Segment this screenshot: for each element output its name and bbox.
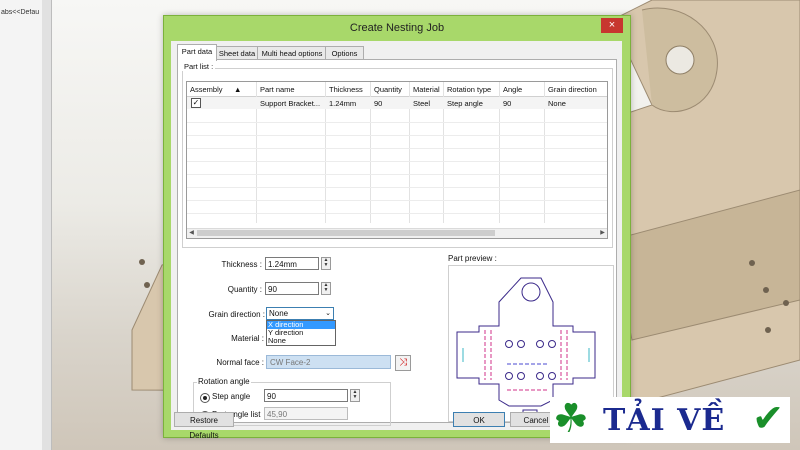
dialog-client-area: Part data Sheet data Multi head options … (171, 41, 622, 440)
col-grain-direction[interactable]: Grain direction (548, 85, 597, 94)
rotation-angle-legend: Rotation angle (197, 377, 251, 386)
select-face-icon[interactable]: ⤨ (395, 355, 411, 371)
download-watermark: ☘ TẢI VỀ ✔ (550, 397, 790, 443)
normal-face-label: Normal face : (216, 358, 264, 367)
col-rotation-type[interactable]: Rotation type (447, 85, 491, 94)
feature-tree-scrollbar[interactable] (42, 0, 52, 450)
watermark-text: TẢI VỀ (603, 403, 726, 438)
step-angle-label: Step angle (212, 392, 251, 401)
step-angle-field[interactable]: 90 (264, 389, 348, 402)
grain-direction-select[interactable]: None ⌄ (266, 307, 334, 320)
chevron-down-icon: ▼ (323, 287, 329, 293)
col-quantity[interactable]: Quantity (374, 85, 402, 94)
create-nesting-job-dialog: Create Nesting Job × Part data Sheet dat… (163, 15, 631, 440)
ok-button[interactable]: OK (453, 412, 505, 427)
feature-tree-panel: abs<<Defau (0, 0, 43, 450)
dialog-titlebar[interactable]: Create Nesting Job × (164, 16, 630, 41)
restore-defaults-button[interactable]: Restore Defaults (174, 412, 234, 440)
col-angle[interactable]: Angle (503, 85, 522, 94)
grain-direction-dropdown[interactable]: X direction Y direction None (266, 320, 336, 346)
tab-multi-head-options[interactable]: Multi head options (257, 46, 327, 60)
dialog-title: Create Nesting Job (349, 22, 445, 34)
col-part-name[interactable]: Part name (260, 85, 295, 94)
scroll-thumb[interactable] (197, 230, 495, 236)
grain-direction-value: None (269, 309, 289, 318)
quantity-label: Quantity : (227, 285, 262, 294)
cell-rotation-type: Step angle (447, 99, 483, 108)
cell-angle: 90 (503, 99, 512, 108)
tab-options[interactable]: Options (325, 46, 364, 60)
grain-direction-label: Grain direction : (208, 310, 265, 319)
close-button[interactable]: × (601, 18, 623, 33)
part-list-grid[interactable]: Assembly ▲ Part name Thickness Quantity … (186, 81, 608, 239)
option-none[interactable]: None (267, 337, 335, 345)
step-angle-stepper[interactable]: ▲ ▼ (350, 389, 360, 402)
horizontal-scrollbar[interactable]: ◀ ▶ (187, 228, 607, 238)
col-thickness[interactable]: Thickness (329, 85, 363, 94)
table-row[interactable]: ✓ Support Bracket... 1.24mm 90 Steel Ste… (187, 97, 607, 109)
cell-material: Steel (413, 99, 431, 108)
cell-grain-direction: None (548, 99, 566, 108)
tab-part-data[interactable]: Part data (177, 44, 217, 61)
part-data-panel: Part list : Assembly ▲ Part name Thickne… (177, 59, 617, 426)
quantity-field[interactable]: 90 (265, 282, 319, 295)
tab-sheet-data[interactable]: Sheet data (215, 46, 259, 60)
thickness-stepper[interactable]: ▲ ▼ (321, 257, 331, 270)
chevron-down-icon[interactable]: ⌄ (325, 308, 331, 320)
cell-thickness: 1.24mm (329, 99, 357, 108)
checkmark-icon: ✔ (752, 398, 784, 440)
chevron-down-icon: ▼ (352, 394, 358, 400)
quantity-stepper[interactable]: ▲ ▼ (321, 282, 331, 295)
feature-tree-text: abs<<Defau (1, 9, 40, 16)
material-label: Material : (231, 334, 264, 343)
step-angle-radio[interactable] (200, 393, 210, 403)
thickness-label: Thickness : (221, 260, 262, 269)
sort-ascending-icon[interactable]: ▲ (234, 85, 241, 94)
scroll-left-icon[interactable]: ◀ (187, 229, 196, 238)
scroll-right-icon[interactable]: ▶ (598, 229, 607, 238)
chevron-down-icon: ▼ (323, 262, 329, 268)
thickness-field[interactable]: 1.24mm (265, 257, 319, 270)
clover-icon: ☘ (553, 397, 589, 441)
normal-face-field[interactable]: CW Face-2 (266, 355, 391, 369)
col-material[interactable]: Material (413, 85, 440, 94)
cell-quantity: 90 (374, 99, 383, 108)
part-angle-list-field[interactable]: 45,90 (264, 407, 348, 420)
part-preview-label: Part preview : (448, 254, 497, 263)
col-assembly[interactable]: Assembly (190, 85, 223, 94)
part-list-label: Part list : (182, 62, 216, 71)
assembly-checkbox[interactable]: ✓ (191, 98, 201, 108)
cell-part-name: Support Bracket... (260, 99, 321, 108)
